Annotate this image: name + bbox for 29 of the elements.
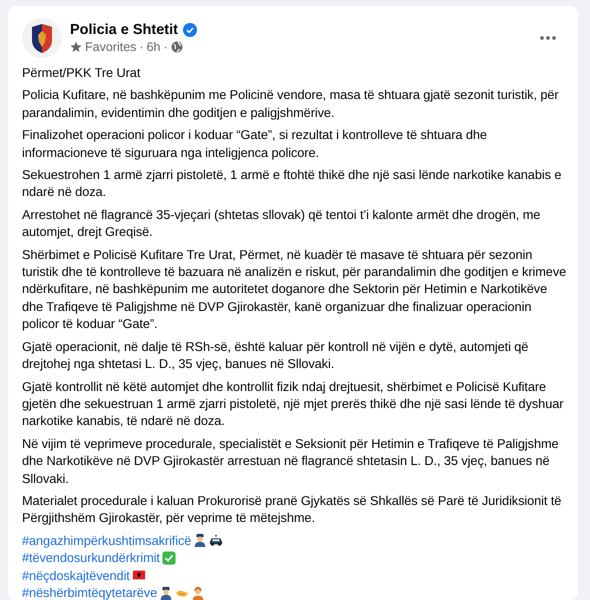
- post-time[interactable]: 6h: [146, 40, 160, 54]
- check-mark-icon: [162, 550, 176, 565]
- post-paragraph: Materialet procedurale i kaluan Prokurorisë pranë Gjykatës së Shkallës së Parë të Juridiksionit të Përgjithshëm Gjirokastër, për veprime të mëtejshme.: [22, 492, 562, 527]
- separator-dot: ·: [163, 40, 168, 54]
- police-shield-icon[interactable]: [22, 18, 62, 58]
- more-icon: [540, 36, 556, 40]
- post-paragraph: Përmet/PKK Tre Urat: [22, 64, 142, 82]
- hashtag-link[interactable]: #nëshërbimtëqytetarëve: [22, 584, 158, 600]
- post-paragraph: Shërbimet e Policisë Kufitare Tre Urat, Përmet, në kuadër të masave të shtuara për sezonin turistik dhe të kontrolleve të bazuara në analizën e riskut, për parandalimin dhe goditjen e krimeve ndërkufitare, në bashkëpunim me autoritetet doganore dhe Sektorin për Hetimin e Narkotikëve dhe Trafiqeve të Paligjshme në DVP Gjirokastër, kanë organizuar dhe finalizuar operacionin policor të koduar “Gate”.: [22, 246, 568, 333]
- star-icon: [70, 41, 82, 53]
- flag-icon: [132, 568, 146, 582]
- hashtag-link[interactable]: #angazhimpërkushtimsakrificë: [22, 532, 192, 550]
- post-paragraph: Policia Kufitare, në bashkëpunim me Policinë vendore, masa të shtuara gjatë sezonit turistik, për parandalimin, evidentimin dhe goditjen e paligjshmërive.: [22, 86, 560, 122]
- police-car-icon: [209, 533, 224, 548]
- hashtag-link[interactable]: #tëvendosurkundërkrimit: [22, 549, 160, 567]
- hashtag-link[interactable]: #nëçdoskajtëvendit: [22, 566, 130, 584]
- police-officer-icon: [193, 533, 208, 548]
- author-name[interactable]: Policia e Shtetit: [70, 22, 178, 38]
- globe-icon: [170, 41, 183, 53]
- post-paragraph: Sekuestrohen 1 armë zjarri pistoletë, 1 armë e ftohtë thikë dhe një sasi lënde narkotike kanabis e ndarë në doza.: [22, 166, 562, 201]
- audience-label[interactable]: Favorites: [85, 40, 136, 54]
- post-paragraph: Gjatë operacionit, në dalje të RSh-së, është kaluar për kontroll në vijën e dytë, automjeti që drejtohej nga shtetasi L. D., 35 vjeç, banues në Sllovaki.: [22, 338, 530, 372]
- post-paragraph: Në vijim të veprimeve procedurale, specialistët e Seksionit për Hetimin e Trafiqeve të Paligjshme dhe Narkotikëve në DVP Gjirokastër arrestuan në flagrancë shtetasin L. D., 35 vjeç, banues në Sllovaki.: [22, 434, 560, 487]
- post-paragraph: Finalizohet operacioni policor i koduar “Gate”, si rezultat i kontrolleve të shtuara dhe informacioneve të siguruara nga inteligjenca policore.: [22, 126, 488, 162]
- separator-dot: ·: [139, 40, 144, 54]
- post-paragraph: Arrestohet në flagrancë 35-vjeçari (shtetas sllovak) që tentoi t’i kalonte armët dhe drogën, me automjet, drejt Greqisë.: [22, 206, 542, 241]
- person-icon: [191, 586, 206, 600]
- post-paragraph: Gjatë kontrollit në këtë automjet dhe kontrollit fizik ndaj drejtuesit, shërbimet e Policisë Kufitare gjetën dhe sekuestruan 1 armë zjarri pistoletë, një mjet prerës thikë dhe një sasi lënde të dyshuar narkotike kanabis, të ndarë në doza.: [22, 378, 564, 430]
- police-officer-icon: [159, 586, 174, 600]
